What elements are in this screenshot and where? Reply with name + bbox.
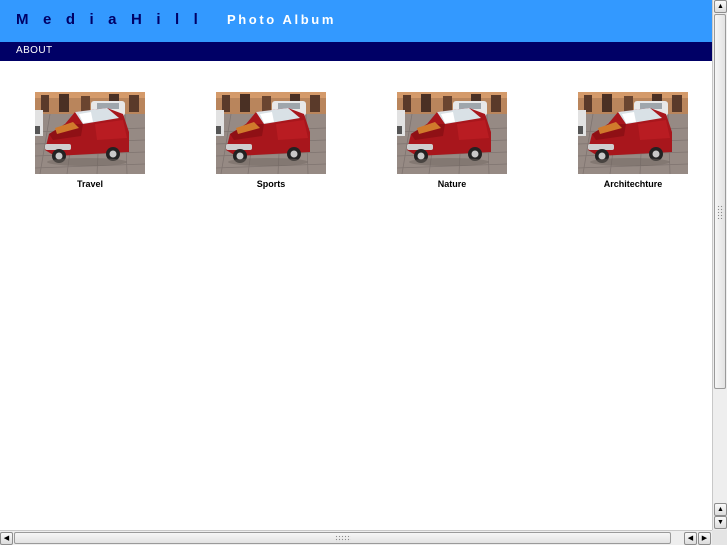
grip-icon (717, 205, 724, 219)
scrollbar-corner (712, 530, 727, 545)
album-thumbnail-architechture[interactable] (578, 92, 688, 174)
horizontal-scrollbar[interactable]: ◀ ◀ ▶ (0, 530, 712, 545)
album-label-sports[interactable]: Sports (216, 179, 326, 189)
arrow-left-icon[interactable]: ◀ (684, 532, 697, 545)
arrow-up-icon[interactable]: ▲ (714, 503, 727, 516)
navbar: ABOUT (0, 42, 712, 61)
arrow-up-icon[interactable]: ▲ (714, 0, 727, 13)
nav-link-about[interactable]: ABOUT (16, 45, 52, 56)
album-sports[interactable]: Sports (216, 92, 326, 189)
horizontal-scroll-thumb[interactable] (14, 532, 671, 544)
album-label-architechture[interactable]: Architechture (578, 179, 688, 189)
album-travel[interactable]: Travel (35, 92, 145, 189)
album-nature[interactable]: Nature (397, 92, 507, 189)
vertical-scrollbar[interactable]: ▲ ▲ ▼ (712, 0, 727, 530)
page-viewport: MediaHill Photo Album ABOUT Travel Sport… (0, 0, 712, 530)
vertical-scroll-thumb[interactable] (714, 14, 726, 389)
album-thumbnail-nature[interactable] (397, 92, 507, 174)
album-thumbnail-sports[interactable] (216, 92, 326, 174)
album-label-travel[interactable]: Travel (35, 179, 145, 189)
site-brand[interactable]: MediaHill (16, 11, 212, 28)
album-label-nature[interactable]: Nature (397, 179, 507, 189)
arrow-down-icon[interactable]: ▼ (714, 516, 727, 529)
album-thumbnail-travel[interactable] (35, 92, 145, 174)
album-architechture[interactable]: Architechture (578, 92, 688, 189)
arrow-right-icon[interactable]: ▶ (698, 532, 711, 545)
site-subtitle: Photo Album (227, 12, 336, 27)
grip-icon (335, 535, 351, 542)
album-gallery: Travel Sports Nature Architechture (0, 61, 712, 530)
site-header: MediaHill Photo Album (0, 0, 712, 42)
arrow-left-icon[interactable]: ◀ (0, 532, 13, 545)
